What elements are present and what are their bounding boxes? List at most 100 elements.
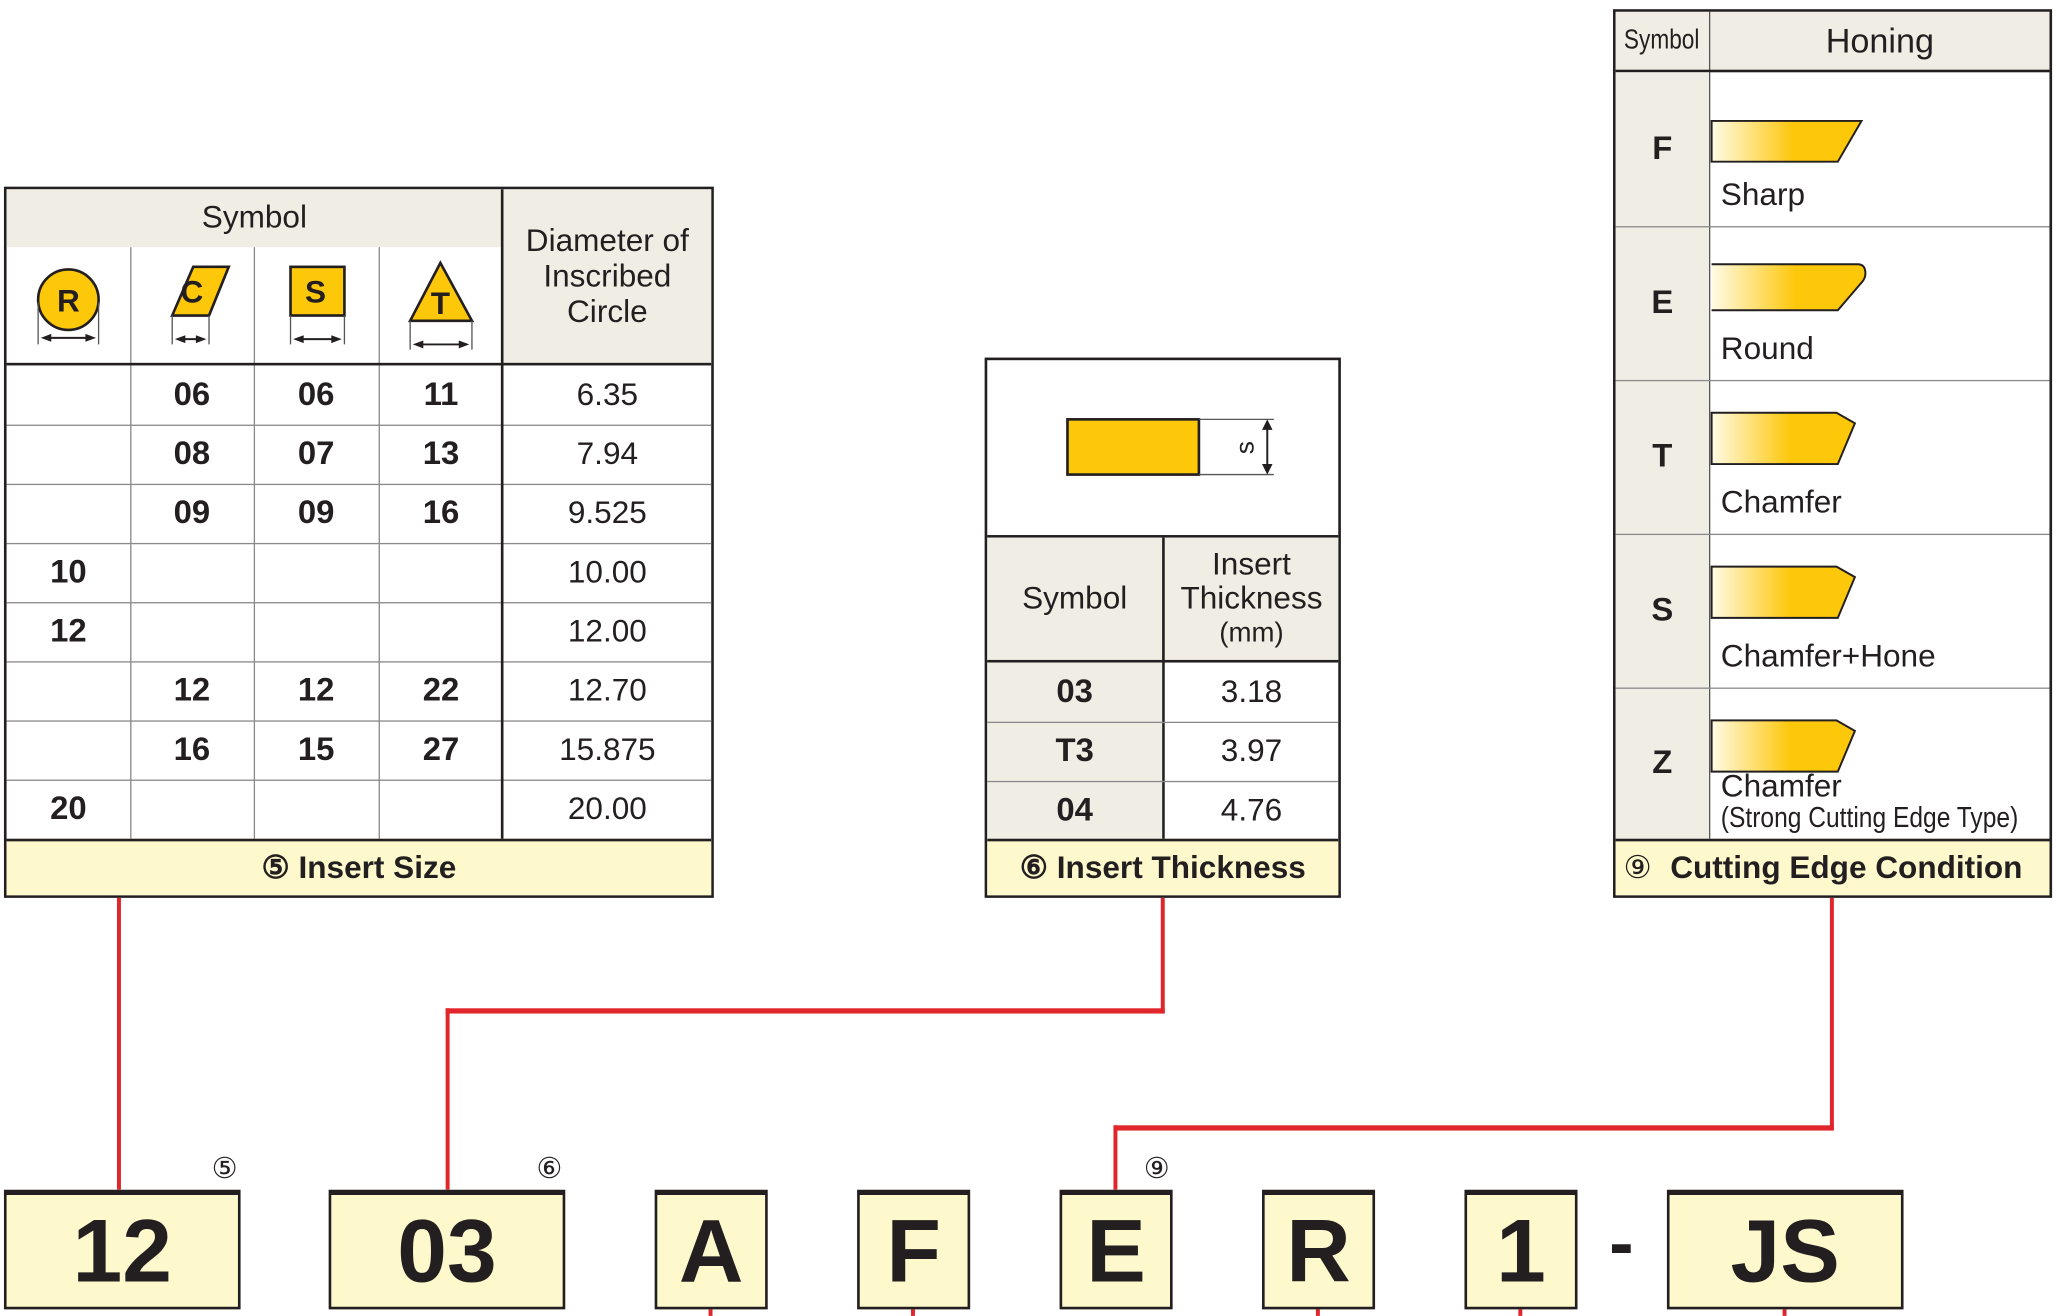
divider bbox=[6, 661, 712, 663]
table-row: F Sharp bbox=[1615, 72, 2050, 227]
symbol-cell: 04 bbox=[987, 780, 1163, 841]
thickness-rows: 03 3.18 T3 3.97 04 4.76 bbox=[987, 662, 1339, 841]
thickness-header-label: Insert Thickness bbox=[1180, 546, 1323, 616]
symbol-cell: 27 bbox=[422, 730, 460, 768]
shape-letter: R bbox=[56, 283, 80, 320]
table-row: 08 07 13 7.94 bbox=[6, 424, 712, 484]
divider bbox=[6, 602, 712, 604]
chamfer-edge-icon bbox=[1710, 411, 1857, 466]
diameter-cell: 10.00 bbox=[567, 554, 647, 590]
table-row: 20 20.00 bbox=[6, 779, 712, 839]
thickness-header: Insert Thickness (mm) bbox=[1164, 537, 1339, 660]
honing-label: Sharp bbox=[1720, 177, 1806, 213]
connector-line-size bbox=[116, 897, 121, 1190]
shape-letter: C bbox=[180, 274, 204, 311]
insert-size-table: Symbol Diameter of Inscribed Circle R C S T… bbox=[3, 186, 714, 898]
code-box-edge: E bbox=[1059, 1189, 1173, 1310]
insert-thickness-footer: ⑥ Insert Thickness bbox=[987, 838, 1339, 896]
symbol-header-label: Symbol bbox=[1624, 24, 1701, 56]
symbol-cell: 12 bbox=[173, 671, 211, 709]
code-box-size: 12 bbox=[3, 1189, 241, 1310]
divider bbox=[253, 365, 256, 839]
divider bbox=[1615, 226, 2050, 228]
symbol-cell: 15 bbox=[297, 730, 335, 768]
diameter-cell: 7.94 bbox=[576, 435, 639, 472]
symbol-header: Symbol bbox=[987, 537, 1163, 660]
honing-label: Chamfer bbox=[1720, 485, 1842, 521]
symbol-cell: 22 bbox=[422, 671, 460, 709]
diameter-header: Diameter of Inscribed Circle bbox=[503, 189, 712, 365]
shape-cell-s: S bbox=[254, 247, 379, 364]
divider bbox=[253, 247, 256, 365]
table-row: E Round bbox=[1615, 226, 2050, 380]
divider bbox=[987, 721, 1339, 724]
divider bbox=[6, 720, 712, 722]
table-row: 09 09 16 9.525 bbox=[6, 483, 712, 543]
symbol-cell: 03 bbox=[987, 662, 1163, 722]
table-row: T3 3.97 bbox=[987, 721, 1339, 781]
symbol-cell: 10 bbox=[50, 553, 87, 591]
insert-size-footer: ⑤ Insert Size bbox=[6, 838, 712, 896]
connector-line-edge bbox=[1829, 897, 1834, 1131]
code-separator: - bbox=[1609, 1200, 1634, 1284]
marker-size: ⑤ bbox=[211, 1151, 238, 1185]
insert-thickness-table: s Symbol Insert Thickness (mm) 03 3.18 T3 3… bbox=[984, 357, 1341, 898]
code-box-chipbreaker: JS bbox=[1666, 1189, 1904, 1310]
divider bbox=[6, 483, 712, 486]
symbol-cell bbox=[254, 602, 379, 661]
symbol-cell bbox=[254, 543, 379, 602]
diameter-cell: 12.00 bbox=[567, 613, 647, 649]
symbol-cell: 12 bbox=[50, 612, 87, 650]
table-row: S Chamfer+Hone bbox=[1615, 533, 2050, 688]
cutting-edge-table: Symbol Honing F Sharp E Round T Chamfer S Chamf… bbox=[1613, 9, 2053, 898]
table-row: 10 10.00 bbox=[6, 542, 712, 602]
diameter-cell: 12.70 bbox=[567, 672, 647, 708]
symbol-header: Symbol bbox=[6, 189, 503, 248]
symbol-cell: 08 bbox=[173, 435, 211, 472]
thickness-cell: 4.76 bbox=[1220, 792, 1283, 828]
shape-cell-t: T bbox=[379, 247, 503, 364]
divider bbox=[378, 365, 380, 839]
symbol-cell bbox=[7, 425, 131, 484]
symbol-cell bbox=[7, 365, 131, 424]
symbol-cell bbox=[7, 484, 131, 543]
symbol-cell: E bbox=[1615, 226, 1709, 380]
shape-letter: S bbox=[304, 274, 327, 311]
code-box-thickness: 03 bbox=[328, 1189, 566, 1310]
symbol-cell: 20 bbox=[50, 790, 87, 827]
shape-cell-c: C bbox=[130, 247, 254, 364]
divider bbox=[1615, 379, 2050, 382]
symbol-cell: 06 bbox=[173, 375, 211, 413]
thickness-cell: 3.97 bbox=[1220, 732, 1283, 769]
diameter-cell: 9.525 bbox=[567, 494, 647, 531]
symbol-cell bbox=[130, 780, 254, 839]
connector-line-edge bbox=[1113, 1125, 1118, 1190]
sharp-edge-icon bbox=[1710, 119, 1864, 163]
symbol-header: Symbol bbox=[1615, 11, 1709, 70]
cutting-edge-footer: ⑨ Cutting Edge Condition bbox=[1615, 838, 2050, 896]
table-row: T Chamfer bbox=[1615, 379, 2050, 534]
symbol-cell: 07 bbox=[297, 435, 335, 472]
honing-rows: F Sharp E Round T Chamfer S Chamfer+Hone Z Chamfe… bbox=[1615, 72, 2050, 839]
code-box-3: A bbox=[654, 1189, 768, 1310]
code-box-7: 1 bbox=[1464, 1189, 1578, 1310]
connector-line-thickness bbox=[445, 1008, 450, 1190]
table-row: 04 4.76 bbox=[987, 780, 1339, 841]
divider bbox=[6, 424, 712, 426]
divider bbox=[130, 365, 132, 839]
connector-line-edge bbox=[1113, 1125, 1834, 1131]
code-box-4: F bbox=[857, 1189, 971, 1310]
honing-header: Honing bbox=[1710, 11, 2050, 70]
symbol-cell: 06 bbox=[297, 375, 335, 413]
insert-designation-diagram: Symbol Diameter of Inscribed Circle R C S T… bbox=[0, 0, 2056, 1316]
symbol-cell: 13 bbox=[422, 435, 460, 472]
symbol-cell bbox=[7, 661, 131, 720]
connector-line-thickness bbox=[1160, 897, 1165, 1014]
insert-side-view-icon bbox=[1066, 418, 1274, 476]
shape-letter: T bbox=[430, 286, 451, 323]
symbol-cell bbox=[130, 602, 254, 661]
divider bbox=[500, 189, 504, 839]
symbol-cell: F bbox=[1615, 72, 1709, 227]
symbol-cell bbox=[254, 780, 379, 839]
footer-number: ⑨ bbox=[1623, 850, 1652, 887]
